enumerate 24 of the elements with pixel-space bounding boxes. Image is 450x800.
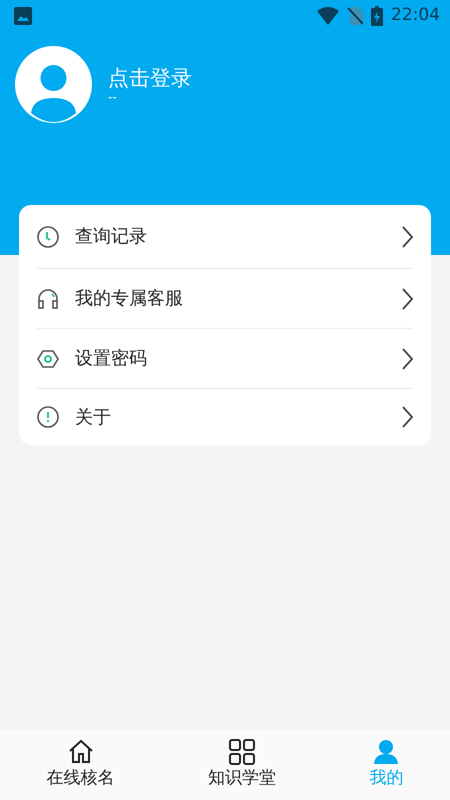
chevron-right-icon	[401, 406, 413, 428]
image-icon	[14, 7, 32, 25]
menu-item[interactable]: 查询记录	[75, 223, 401, 250]
hexagon-icon	[37, 348, 59, 370]
avatar-icon[interactable]	[15, 46, 92, 123]
no-sim-icon	[347, 7, 363, 25]
chevron-right-icon	[401, 348, 413, 370]
chevron-right-icon	[401, 226, 413, 248]
user-icon	[372, 738, 400, 766]
nav-tab[interactable]: 在线核名	[0, 730, 162, 800]
profile-subtitle: --	[108, 91, 118, 104]
info-icon	[37, 406, 59, 428]
battery-icon	[371, 6, 383, 26]
home-icon	[66, 738, 95, 766]
headset-icon	[37, 288, 59, 310]
chevron-right-icon	[401, 288, 413, 310]
menu-item[interactable]: 设置密码	[75, 345, 401, 372]
clock-icon	[37, 226, 59, 248]
menu-item[interactable]: 我的专属客服	[75, 285, 401, 312]
status-time: 22:04	[391, 4, 440, 28]
grid-icon	[228, 738, 256, 766]
wifi-icon	[317, 7, 339, 25]
nav-tab[interactable]: 知识学堂	[161, 730, 323, 800]
menu-item[interactable]: 关于	[75, 404, 401, 430]
